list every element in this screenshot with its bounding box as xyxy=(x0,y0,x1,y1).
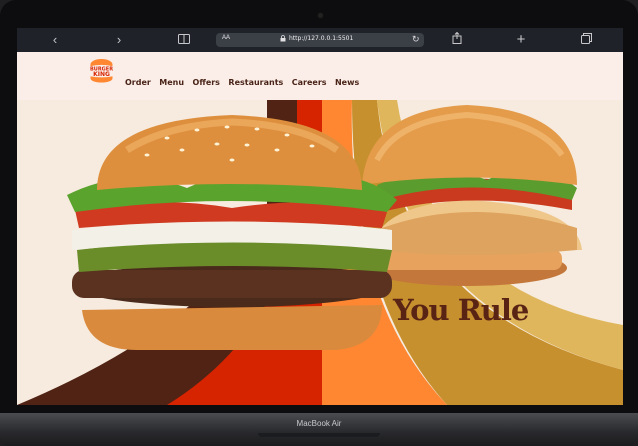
site-header: BURGER KING Order Menu Offers Restaurant… xyxy=(17,52,623,100)
plus-icon[interactable]: + xyxy=(511,32,531,48)
logo-text-king: KING xyxy=(93,71,110,78)
hero-graphic xyxy=(17,100,623,405)
browser-window: ‹ › AA http://127.0.0.1:5501 ↻ + BURGER … xyxy=(17,28,623,405)
forward-icon[interactable]: › xyxy=(109,32,129,48)
reload-icon[interactable]: ↻ xyxy=(412,34,420,44)
chicken-sandwich-image xyxy=(362,105,582,286)
hero-banner[interactable]: You Rule xyxy=(17,100,623,405)
reader-aa-button[interactable]: AA xyxy=(222,35,230,41)
hero-tagline: You Rule xyxy=(393,293,529,327)
share-icon[interactable] xyxy=(447,31,467,48)
main-nav: Order Menu Offers Restaurants Careers Ne… xyxy=(125,72,363,90)
laptop-base: MacBook Air xyxy=(0,413,638,446)
url-text: http://127.0.0.1:5501 xyxy=(289,35,354,42)
browser-toolbar: ‹ › AA http://127.0.0.1:5501 ↻ + xyxy=(17,28,623,52)
lock-icon xyxy=(280,35,286,42)
lid-notch xyxy=(258,433,380,437)
nav-restaurants[interactable]: Restaurants xyxy=(228,78,283,87)
camera xyxy=(318,13,323,18)
device-label: MacBook Air xyxy=(296,419,342,428)
nav-careers[interactable]: Careers xyxy=(292,78,327,87)
nav-order[interactable]: Order xyxy=(125,78,151,87)
laptop: ‹ › AA http://127.0.0.1:5501 ↻ + BURGER … xyxy=(0,0,638,446)
book-icon[interactable] xyxy=(174,32,194,48)
back-icon[interactable]: ‹ xyxy=(45,32,65,48)
burger-king-logo[interactable]: BURGER KING xyxy=(88,58,115,85)
nav-offers[interactable]: Offers xyxy=(193,78,220,87)
address-bar[interactable]: AA http://127.0.0.1:5501 ↻ xyxy=(216,33,424,47)
nav-news[interactable]: News xyxy=(335,78,359,87)
tabs-icon[interactable] xyxy=(576,32,596,48)
nav-menu[interactable]: Menu xyxy=(159,78,184,87)
